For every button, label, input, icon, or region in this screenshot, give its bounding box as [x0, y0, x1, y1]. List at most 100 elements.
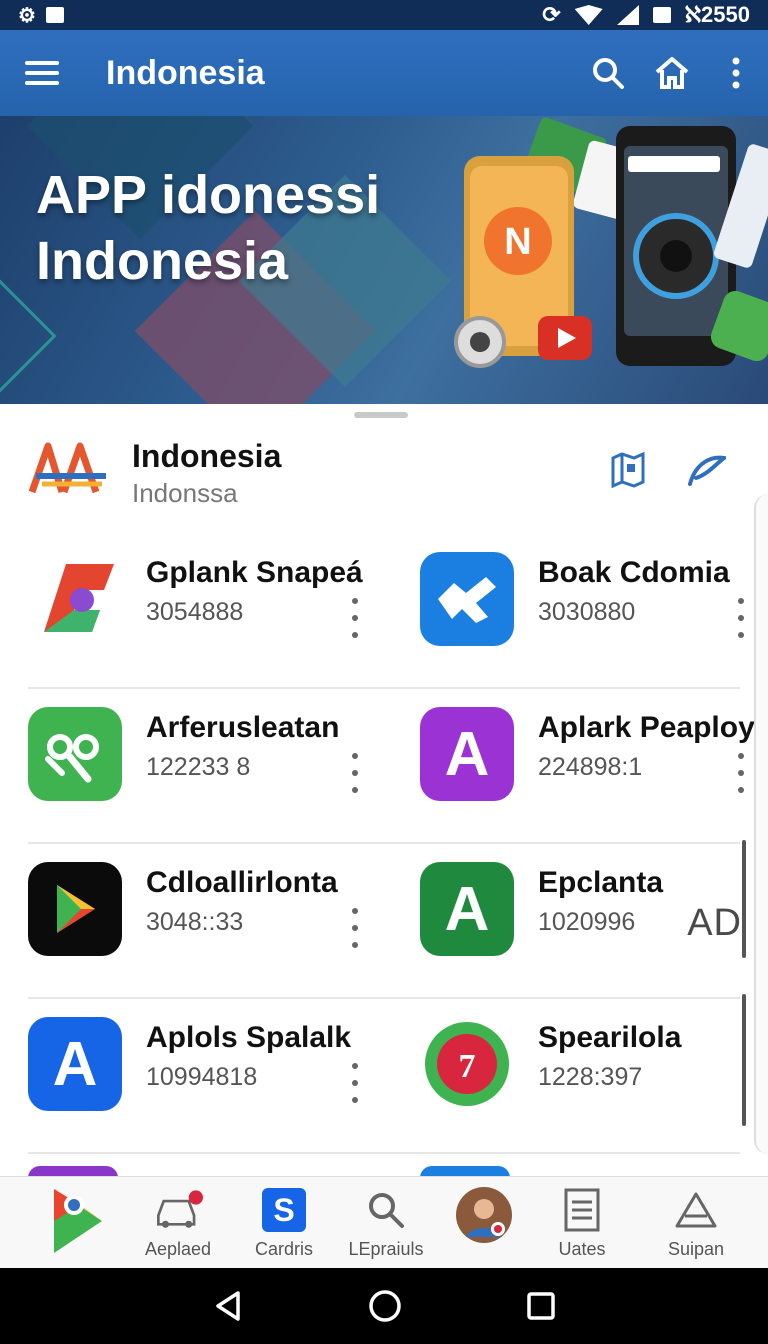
car-icon	[153, 1185, 203, 1235]
status-left: ⚙	[18, 3, 64, 28]
status-text: ℵ2550	[684, 2, 750, 27]
app-name: Spearilola	[538, 1021, 682, 1054]
plane-icon	[420, 552, 514, 646]
app-count: 1228:397	[538, 1063, 643, 1091]
sync-icon: ⟳	[542, 2, 561, 27]
app-card[interactable]: A Aplols Spalalk 10994818	[28, 1017, 408, 1127]
battery-icon	[652, 7, 671, 23]
image-icon	[45, 7, 64, 23]
settings-icon: ⚙	[18, 4, 36, 27]
menu-icon	[25, 55, 59, 91]
svg-text:N: N	[504, 221, 531, 263]
document-icon	[557, 1185, 607, 1235]
scroll-rail[interactable]	[754, 494, 768, 1154]
app-count: 1020996	[538, 908, 636, 936]
app-name: Epclanta	[538, 866, 664, 899]
menu-button[interactable]	[0, 30, 84, 116]
map-button[interactable]	[606, 448, 650, 492]
map-icon	[611, 451, 645, 489]
s-logo-icon: S	[259, 1185, 309, 1235]
category-header: Indonesia Indonssa	[0, 430, 768, 520]
nav-item-cardris[interactable]: S Cardris	[234, 1185, 334, 1269]
letter-a-icon: A	[28, 1017, 122, 1111]
nav-item-aeplaed[interactable]: Aeplaed	[128, 1185, 228, 1269]
app-card[interactable]: Boak Cdomia 3030880	[420, 552, 768, 662]
home-button[interactable]	[640, 30, 704, 116]
svg-text:7: 7	[459, 1048, 476, 1085]
more-vert-icon	[732, 57, 740, 89]
app-count: 3054888	[146, 598, 244, 626]
search-icon	[361, 1185, 411, 1235]
app-count: 3048::33	[146, 908, 244, 936]
app-count: 3030880	[538, 598, 636, 626]
status-right: ⟳ ℵ2550	[542, 2, 750, 28]
molecule-icon	[28, 707, 122, 801]
more-button[interactable]	[704, 30, 768, 116]
app-card[interactable]: Cdloallirlonta 3048::33	[28, 862, 408, 972]
nav-label: Uates	[558, 1239, 606, 1259]
signal-icon	[616, 5, 639, 25]
search-icon	[593, 58, 624, 89]
nav-label: Aeplaed	[144, 1239, 212, 1259]
content-sheet: Indonesia Indonssa Gplank Snapeá 3054888	[0, 404, 768, 1178]
search-button[interactable]	[576, 30, 640, 116]
letter-a-icon: A	[420, 707, 514, 801]
back-icon[interactable]	[212, 1289, 244, 1323]
app-bar: Indonesia	[0, 30, 768, 116]
app-row: Arferusleatan 122233 8 A Aplark Peaploy …	[28, 689, 755, 844]
header-title: Indonesia	[132, 438, 282, 474]
phones-illustration: N	[454, 117, 768, 368]
seal-icon: 7	[420, 1017, 514, 1111]
nav-item-uates[interactable]: Uates	[532, 1185, 632, 1269]
app-name: Aplols Spalalk	[146, 1021, 352, 1054]
app-name: Arferusleatan	[146, 711, 340, 744]
scroll-indicator	[742, 840, 746, 958]
app-count: 122233 8	[146, 753, 251, 781]
app-name: Gplank Snapeá	[146, 556, 363, 589]
app-name: Aplark Peaploy	[538, 711, 755, 744]
app-count: 224898:1	[538, 753, 643, 781]
app-row: A Aplols Spalalk 10994818 7 Spearilola 1…	[28, 999, 740, 1154]
bottom-nav: Aeplaed S Cardris LEpraiuls Uates Suipan	[0, 1176, 768, 1268]
nav-item-play[interactable]	[28, 1185, 128, 1269]
recents-icon[interactable]	[526, 1291, 556, 1321]
google-play-icon	[50, 1185, 106, 1255]
more-vert-icon[interactable]	[350, 598, 360, 638]
letter-a-icon: A	[420, 862, 514, 956]
header-subtitle: Indonssa	[132, 478, 238, 508]
leaf-swoosh-icon	[688, 455, 726, 486]
more-vert-icon[interactable]	[736, 598, 746, 638]
app-card[interactable]: 7 Spearilola 1228:397	[420, 1017, 768, 1127]
nav-label: LEpraiuls	[348, 1239, 424, 1259]
nav-item-suipan[interactable]: Suipan	[646, 1185, 746, 1269]
app-card[interactable]: Arferusleatan 122233 8	[28, 707, 408, 817]
g-logo-icon	[28, 552, 122, 646]
more-vert-icon[interactable]	[350, 1063, 360, 1103]
app-count: 10994818	[146, 1063, 258, 1091]
drag-handle[interactable]	[354, 412, 408, 418]
nav-item-lepraiuls[interactable]: LEpraiuls	[336, 1185, 436, 1269]
more-vert-icon[interactable]	[736, 753, 746, 793]
banner-title: APP idonessi Indonesia	[36, 165, 381, 291]
app-row: Gplank Snapeá 3054888 Boak Cdomia 303088…	[28, 534, 744, 689]
system-nav	[0, 1268, 768, 1344]
app-card[interactable]: Gplank Snapeá 3054888	[28, 552, 408, 662]
app-card[interactable]: A Aplark Peaploy 224898:1	[420, 707, 768, 817]
home-circle-icon[interactable]	[368, 1289, 402, 1323]
wifi-icon	[574, 5, 603, 25]
home-icon	[655, 57, 689, 89]
app-grid: Gplank Snapeá 3054888 Boak Cdomia 303088…	[0, 534, 768, 1154]
app-title: Indonesia	[106, 53, 265, 92]
more-vert-icon[interactable]	[350, 753, 360, 793]
app-name: Cdloallirlonta	[146, 866, 338, 899]
ad-label: AD	[687, 902, 742, 944]
triangle-a-icon	[671, 1185, 721, 1235]
more-vert-icon[interactable]	[350, 908, 360, 948]
status-bar: ⚙ ⟳ ℵ2550	[0, 0, 768, 30]
app-row: Cdloallirlonta 3048::33 A Epclanta 10209…	[28, 844, 740, 999]
nav-item-profile[interactable]	[434, 1185, 534, 1269]
app-name: Boak Cdomia	[538, 556, 730, 589]
promo-banner[interactable]: APP idonessi Indonesia N	[0, 116, 768, 404]
nav-label: Suipan	[667, 1239, 725, 1259]
swoosh-button[interactable]	[684, 448, 728, 492]
